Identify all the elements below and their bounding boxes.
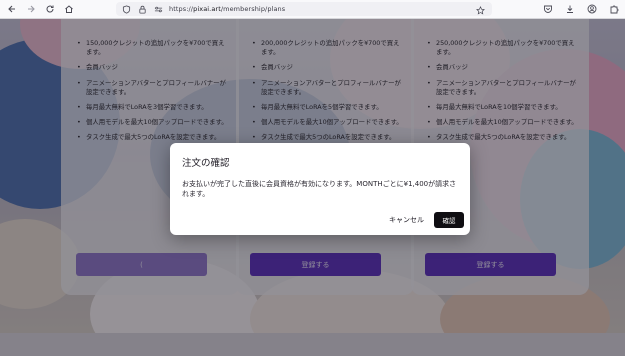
browser-toolbar: https://pixai.art/membership/plans <box>0 0 625 19</box>
reload-icon[interactable] <box>43 2 57 16</box>
address-bar[interactable]: https://pixai.art/membership/plans <box>116 2 492 16</box>
lock-icon[interactable] <box>136 3 148 15</box>
cancel-button[interactable]: キャンセル <box>389 215 424 225</box>
url-text[interactable]: https://pixai.art/membership/plans <box>169 5 285 13</box>
dialog-message: お支払いが完了した直後に会員資格が有効になります。MONTHごとに¥1,400が… <box>182 180 457 198</box>
order-confirmation-dialog: 注文の確認 お支払いが完了した直後に会員資格が有効になります。MONTHごとに¥… <box>170 143 470 235</box>
home-icon[interactable] <box>62 2 76 16</box>
back-icon[interactable] <box>5 2 19 16</box>
url-path: /membership/plans <box>220 5 286 13</box>
dialog-actions: キャンセル 確認 <box>389 212 464 228</box>
bookmark-star-icon[interactable] <box>474 4 486 16</box>
shield-icon[interactable] <box>120 3 132 15</box>
url-scheme: https:// <box>169 5 194 13</box>
confirm-button[interactable]: 確認 <box>434 212 464 228</box>
pocket-icon[interactable] <box>541 2 555 16</box>
extensions-icon[interactable] <box>607 2 621 16</box>
account-icon[interactable] <box>585 2 599 16</box>
downloads-icon[interactable] <box>563 2 577 16</box>
permissions-icon[interactable] <box>152 3 164 15</box>
url-host: pixai.art <box>193 5 221 13</box>
forward-icon[interactable] <box>24 2 38 16</box>
dialog-title: 注文の確認 <box>182 158 230 169</box>
